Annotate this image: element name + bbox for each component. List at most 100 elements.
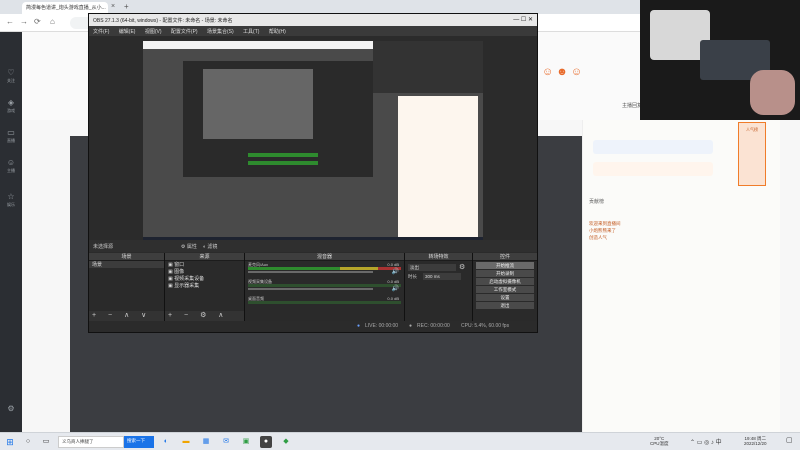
rail-item-game[interactable]: ◈ 游戏 xyxy=(3,98,19,118)
forward-icon[interactable]: → xyxy=(20,17,28,26)
left-nav-rail: ♡ 关注 ◈ 游戏 ▭ 直播 ☺ 主播 ☆ 娱乐 ⚙ xyxy=(0,32,22,432)
channel-db: 0.0 dB xyxy=(387,296,399,301)
sources-header: 来源 xyxy=(165,253,244,261)
menu-help[interactable]: 帮助(H) xyxy=(265,26,290,37)
menu-edit[interactable]: 编辑(E) xyxy=(115,26,140,37)
rank-badge[interactable]: 人气榜 xyxy=(738,122,766,186)
weather-desc: CPU温度 xyxy=(650,441,669,446)
nested-meter xyxy=(248,153,318,157)
duration-label: 时长 xyxy=(408,274,417,279)
app-icon[interactable]: ▣ xyxy=(240,436,252,448)
chat-messages: 欢迎来到直播间 小炮熊熊来了 创造人气 xyxy=(589,220,739,241)
folder-icon[interactable]: ▬ xyxy=(180,436,192,448)
studio-mode-button[interactable]: 工作室模式 xyxy=(476,286,534,293)
exit-button[interactable]: 退出 xyxy=(476,302,534,309)
store-icon[interactable]: ▦ xyxy=(200,436,212,448)
scene-item[interactable]: 场景 xyxy=(89,261,164,268)
transitions-header: 转场特效 xyxy=(405,253,472,261)
notification-icon[interactable]: ▢ xyxy=(786,436,793,444)
volume-meter xyxy=(248,267,401,270)
speaker-icon[interactable]: 🔊 xyxy=(392,268,399,275)
start-streaming-button[interactable]: 开始推流 xyxy=(476,262,534,269)
chat-app-icon[interactable]: ◆ xyxy=(280,436,292,448)
source-item[interactable]: ▣ 图像 xyxy=(165,268,244,275)
channel-db: 0.0 dB xyxy=(387,262,399,267)
task-view-icon[interactable]: ▭ xyxy=(40,436,52,448)
menu-view[interactable]: 视图(V) xyxy=(141,26,166,37)
home-icon[interactable]: ⌂ xyxy=(50,17,55,26)
no-source-label: 未选择源 xyxy=(93,244,114,250)
back-icon[interactable]: ← xyxy=(6,17,14,26)
clock-date: 2022/12/20 xyxy=(744,441,767,446)
chat-line: 小炮熊熊来了 xyxy=(589,228,616,233)
start-icon[interactable]: ⊞ xyxy=(4,436,16,448)
menu-tools[interactable]: 工具(T) xyxy=(239,26,263,37)
source-item[interactable]: ▣ 视频采集设备 xyxy=(165,275,244,282)
webcam-overlay xyxy=(640,0,800,120)
volume-slider[interactable] xyxy=(248,288,374,290)
mixer-channel: 视频采集设备 0.0 dB 🔊 xyxy=(248,279,401,292)
mixer-dock: 混音器 麦克风/Aux 0.0 dB 🔊 视频采集设备 0.0 dB 🔊 桌面音… xyxy=(245,253,405,321)
source-controls[interactable]: + − ⚙ ∧ ∨ xyxy=(165,311,244,329)
close-tab-icon[interactable]: × xyxy=(111,3,115,10)
taskbar-search-input[interactable]: 义乌商人捧腿了 xyxy=(58,436,124,448)
obs-window: OBS 27.1.3 (64-bit, windows) - 配置文件: 未命名… xyxy=(88,13,538,333)
panel-banner-2[interactable] xyxy=(593,162,713,176)
rail-label: 直播 xyxy=(7,138,15,143)
badge-label: 人气榜 xyxy=(746,127,758,132)
nested-obs-preview xyxy=(203,69,313,139)
panel-banner[interactable] xyxy=(593,140,713,154)
controls-header: 控件 xyxy=(473,253,537,261)
source-label: 视频采集设备 xyxy=(174,276,205,282)
obs-title: OBS 27.1.3 (64-bit, windows) - 配置文件: 未命名… xyxy=(93,18,233,24)
weather-widget[interactable]: 20°C CPU温度 xyxy=(650,436,669,446)
obs-icon[interactable]: ● xyxy=(260,436,272,448)
volume-slider[interactable] xyxy=(248,271,374,273)
rail-item-follow[interactable]: ♡ 关注 xyxy=(3,68,19,88)
chat-line: 欢迎来到直播间 xyxy=(589,221,621,226)
scene-controls[interactable]: + − ∧ ∨ xyxy=(89,311,164,321)
source-label: 图像 xyxy=(174,269,185,275)
taskbar-search-button[interactable]: 搜索一下 xyxy=(124,436,154,448)
clock[interactable]: 19:48 周二 2022/12/20 xyxy=(744,436,767,446)
source-item[interactable]: ▣ 显示器采集 xyxy=(165,282,244,289)
obs-preview[interactable] xyxy=(143,41,483,247)
channel-db: 0.0 dB xyxy=(387,279,399,284)
transition-select[interactable]: 淡出 xyxy=(408,264,456,271)
virtual-camera-button[interactable]: 启动虚拟摄像机 xyxy=(476,278,534,285)
heart-icon: ♡ xyxy=(7,68,15,77)
gear-icon[interactable]: ⚙ xyxy=(459,263,465,271)
edge-icon[interactable]: ◐ xyxy=(160,436,172,448)
rail-item-streamer[interactable]: ☺ 主播 xyxy=(3,158,19,178)
start-recording-button[interactable]: 开始录制 xyxy=(476,270,534,277)
window-controls[interactable]: — ☐ ✕ xyxy=(513,16,533,23)
gamepad-icon: ◈ xyxy=(7,98,15,107)
tray-icons[interactable]: ⌃ ▭ ◎ ♪ 中 xyxy=(690,437,722,446)
filters-button[interactable]: ◐ 滤镜 xyxy=(203,243,217,250)
menu-scene-collection[interactable]: 场景集合(S) xyxy=(203,26,238,37)
obs-statusbar: ● LIVE: 00:00:00 ● REC: 00:00:00 CPU: 5.… xyxy=(89,321,537,332)
refresh-icon[interactable]: ⟳ xyxy=(34,17,41,26)
source-label: 显示器采集 xyxy=(174,283,200,289)
menu-profile[interactable]: 配置文件(P) xyxy=(167,26,202,37)
user-icon: ☺ xyxy=(6,158,16,167)
speaker-icon[interactable]: 🔊 xyxy=(392,285,399,292)
rank-label: 贡献榜 xyxy=(589,199,605,205)
rail-settings[interactable]: ⚙ xyxy=(3,404,19,424)
search-icon[interactable]: ○ xyxy=(22,436,34,448)
taskbar: ⊞ ○ ▭ 义乌商人捧腿了 搜索一下 ◐ ▬ ▦ ✉ ▣ ● ◆ 20°C CP… xyxy=(0,432,800,450)
rail-item-fun[interactable]: ☆ 娱乐 xyxy=(3,192,19,212)
header-icons[interactable]: ☺ ☻ ☺ xyxy=(542,66,602,78)
new-tab-icon[interactable]: + xyxy=(124,2,129,11)
nested-chat xyxy=(398,96,478,246)
chat-panel: 人气榜 欢迎来到直播间 小炮熊熊来了 创造人气 贡献榜 xyxy=(582,120,780,432)
scenes-dock: 场景 场景 + − ∧ ∨ xyxy=(89,253,165,321)
menu-file[interactable]: 文件(F) xyxy=(89,26,113,37)
rec-icon: ● xyxy=(409,323,413,329)
settings-button[interactable]: 设置 xyxy=(476,294,534,301)
rail-item-live[interactable]: ▭ 直播 xyxy=(3,128,19,148)
properties-button[interactable]: ⚙ 属性 xyxy=(181,243,197,250)
mail-icon[interactable]: ✉ xyxy=(220,436,232,448)
source-item[interactable]: ▣ 窗口 xyxy=(165,261,244,268)
duration-input[interactable]: 300 ms xyxy=(423,273,461,280)
